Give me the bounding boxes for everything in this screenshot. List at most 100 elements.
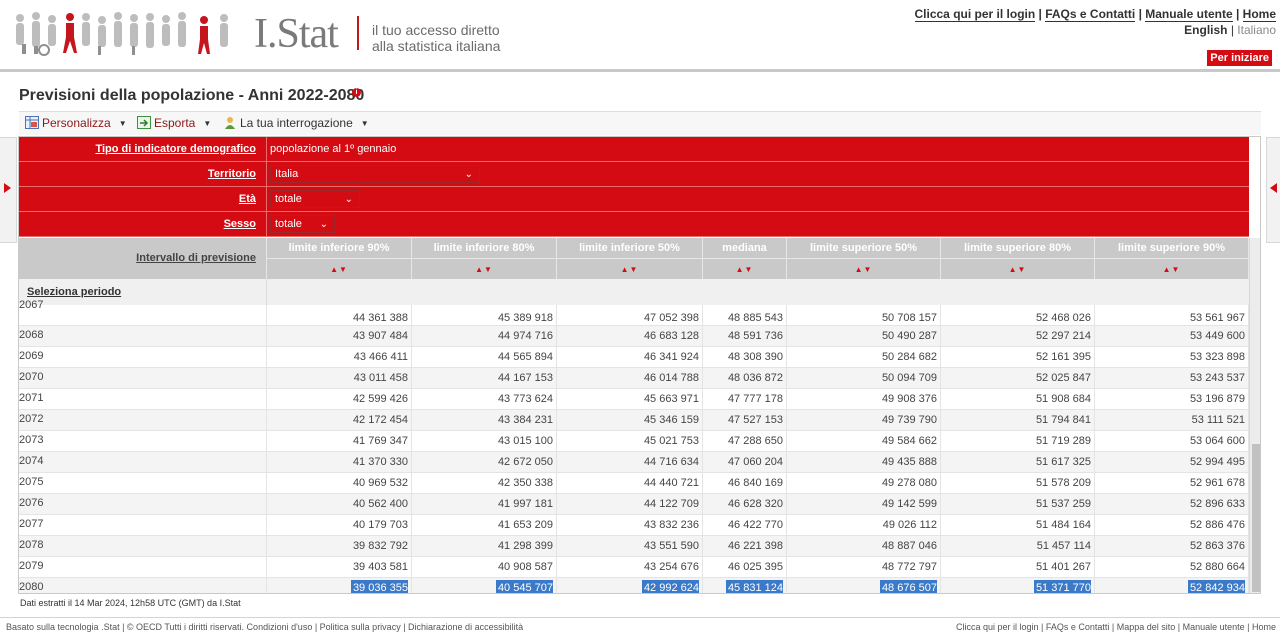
value-cell[interactable]: 52 994 495: [1095, 452, 1249, 473]
value-cell[interactable]: 46 628 320: [703, 494, 787, 515]
value-cell[interactable]: 40 179 703: [267, 515, 412, 536]
indicator-label[interactable]: Tipo di indicatore demografico: [19, 137, 267, 161]
value-cell[interactable]: 41 653 209: [412, 515, 557, 536]
value-cell[interactable]: 47 288 650: [703, 431, 787, 452]
scrollbar-thumb[interactable]: [1252, 444, 1260, 592]
value-cell[interactable]: 49 908 376: [787, 389, 941, 410]
value-cell[interactable]: 49 584 662: [787, 431, 941, 452]
value-cell[interactable]: 49 739 790: [787, 410, 941, 431]
value-cell[interactable]: 42 350 338: [412, 473, 557, 494]
value-cell[interactable]: 45 346 159: [557, 410, 703, 431]
value-cell[interactable]: 52 842 934: [1095, 578, 1249, 593]
value-cell[interactable]: 40 545 707: [412, 578, 557, 593]
value-cell[interactable]: 48 308 390: [703, 347, 787, 368]
value-cell[interactable]: 48 676 507: [787, 578, 941, 593]
value-cell[interactable]: 53 111 521: [1095, 410, 1249, 431]
user-manual-link[interactable]: Manuale utente: [1145, 7, 1233, 22]
value-cell[interactable]: 51 537 259: [941, 494, 1095, 515]
value-cell[interactable]: 45 021 753: [557, 431, 703, 452]
istat-link[interactable]: I.Stat: [220, 598, 241, 608]
value-cell[interactable]: 46 221 398: [703, 536, 787, 557]
value-cell[interactable]: 52 961 678: [1095, 473, 1249, 494]
value-cell[interactable]: 50 284 682: [787, 347, 941, 368]
info-icon[interactable]: i: [352, 88, 361, 97]
value-cell[interactable]: 42 172 454: [267, 410, 412, 431]
value-cell[interactable]: 50 708 157: [787, 305, 941, 326]
value-cell[interactable]: 43 466 411: [267, 347, 412, 368]
value-cell[interactable]: 47 052 398: [557, 305, 703, 326]
value-cell[interactable]: 52 880 664: [1095, 557, 1249, 578]
value-cell[interactable]: 41 997 181: [412, 494, 557, 515]
lang-english[interactable]: English: [1184, 23, 1227, 37]
value-cell[interactable]: 52 863 376: [1095, 536, 1249, 557]
value-cell[interactable]: 42 992 624: [557, 578, 703, 593]
value-cell[interactable]: 43 384 231: [412, 410, 557, 431]
value-cell[interactable]: 41 769 347: [267, 431, 412, 452]
value-cell[interactable]: 49 026 112: [787, 515, 941, 536]
footer-links[interactable]: Clicca qui per il login | FAQs e Contatt…: [956, 622, 1276, 632]
value-cell[interactable]: 53 196 879: [1095, 389, 1249, 410]
value-cell[interactable]: 45 831 124: [703, 578, 787, 593]
value-cell[interactable]: 44 716 634: [557, 452, 703, 473]
value-cell[interactable]: 51 578 209: [941, 473, 1095, 494]
get-started-button[interactable]: Per iniziare: [1207, 50, 1272, 66]
value-cell[interactable]: 52 896 633: [1095, 494, 1249, 515]
value-cell[interactable]: 48 591 736: [703, 326, 787, 347]
sort-arrows-icon[interactable]: ▲▼: [267, 265, 411, 274]
value-cell[interactable]: 43 015 100: [412, 431, 557, 452]
value-cell[interactable]: 42 672 050: [412, 452, 557, 473]
istat-logo[interactable]: I.Stat: [254, 10, 339, 58]
value-cell[interactable]: 44 565 894: [412, 347, 557, 368]
value-cell[interactable]: 53 449 600: [1095, 326, 1249, 347]
value-cell[interactable]: 49 278 080: [787, 473, 941, 494]
value-cell[interactable]: 44 122 709: [557, 494, 703, 515]
value-cell[interactable]: 44 361 388: [267, 305, 412, 326]
vertical-scrollbar[interactable]: [1249, 238, 1260, 593]
sort-arrows-icon[interactable]: ▲▼: [412, 265, 556, 274]
value-cell[interactable]: 40 562 400: [267, 494, 412, 515]
query-menu[interactable]: La tua interrogazione ▼: [223, 116, 369, 130]
territory-label[interactable]: Territorio: [19, 162, 267, 186]
value-cell[interactable]: 52 886 476: [1095, 515, 1249, 536]
value-cell[interactable]: 43 011 458: [267, 368, 412, 389]
value-cell[interactable]: 41 370 330: [267, 452, 412, 473]
value-cell[interactable]: 51 401 267: [941, 557, 1095, 578]
value-cell[interactable]: 44 974 716: [412, 326, 557, 347]
value-cell[interactable]: 40 908 587: [412, 557, 557, 578]
value-cell[interactable]: 43 907 484: [267, 326, 412, 347]
value-cell[interactable]: 39 403 581: [267, 557, 412, 578]
sort-arrows-icon[interactable]: ▲▼: [787, 265, 940, 274]
left-panel-toggle[interactable]: [0, 137, 17, 243]
value-cell[interactable]: 51 484 164: [941, 515, 1095, 536]
sort-arrows-icon[interactable]: ▲▼: [1095, 265, 1248, 274]
territory-select[interactable]: Italia ⌄: [270, 165, 480, 183]
value-cell[interactable]: 49 435 888: [787, 452, 941, 473]
value-cell[interactable]: 52 297 214: [941, 326, 1095, 347]
value-cell[interactable]: 43 254 676: [557, 557, 703, 578]
home-link[interactable]: Home: [1242, 7, 1276, 22]
value-cell[interactable]: 51 457 114: [941, 536, 1095, 557]
value-cell[interactable]: 48 887 046: [787, 536, 941, 557]
value-cell[interactable]: 52 468 026: [941, 305, 1095, 326]
customize-menu[interactable]: Personalizza ▼: [25, 116, 127, 130]
value-cell[interactable]: 45 389 918: [412, 305, 557, 326]
value-cell[interactable]: 39 832 792: [267, 536, 412, 557]
value-cell[interactable]: 50 490 287: [787, 326, 941, 347]
value-cell[interactable]: 42 599 426: [267, 389, 412, 410]
value-cell[interactable]: 48 772 797: [787, 557, 941, 578]
value-cell[interactable]: 50 094 709: [787, 368, 941, 389]
sort-arrows-icon[interactable]: ▲▼: [703, 265, 786, 274]
value-cell[interactable]: 43 773 624: [412, 389, 557, 410]
value-cell[interactable]: 46 341 924: [557, 347, 703, 368]
value-cell[interactable]: 40 969 532: [267, 473, 412, 494]
lang-italiano[interactable]: Italiano: [1237, 23, 1276, 37]
value-cell[interactable]: 46 840 169: [703, 473, 787, 494]
sex-select[interactable]: totale ⌄: [270, 215, 335, 233]
value-cell[interactable]: 52 161 395: [941, 347, 1095, 368]
value-cell[interactable]: 51 908 684: [941, 389, 1095, 410]
value-cell[interactable]: 39 036 355: [267, 578, 412, 593]
age-select[interactable]: totale ⌄: [270, 190, 360, 208]
value-cell[interactable]: 53 064 600: [1095, 431, 1249, 452]
value-cell[interactable]: 48 036 872: [703, 368, 787, 389]
right-panel-toggle[interactable]: [1266, 137, 1280, 243]
